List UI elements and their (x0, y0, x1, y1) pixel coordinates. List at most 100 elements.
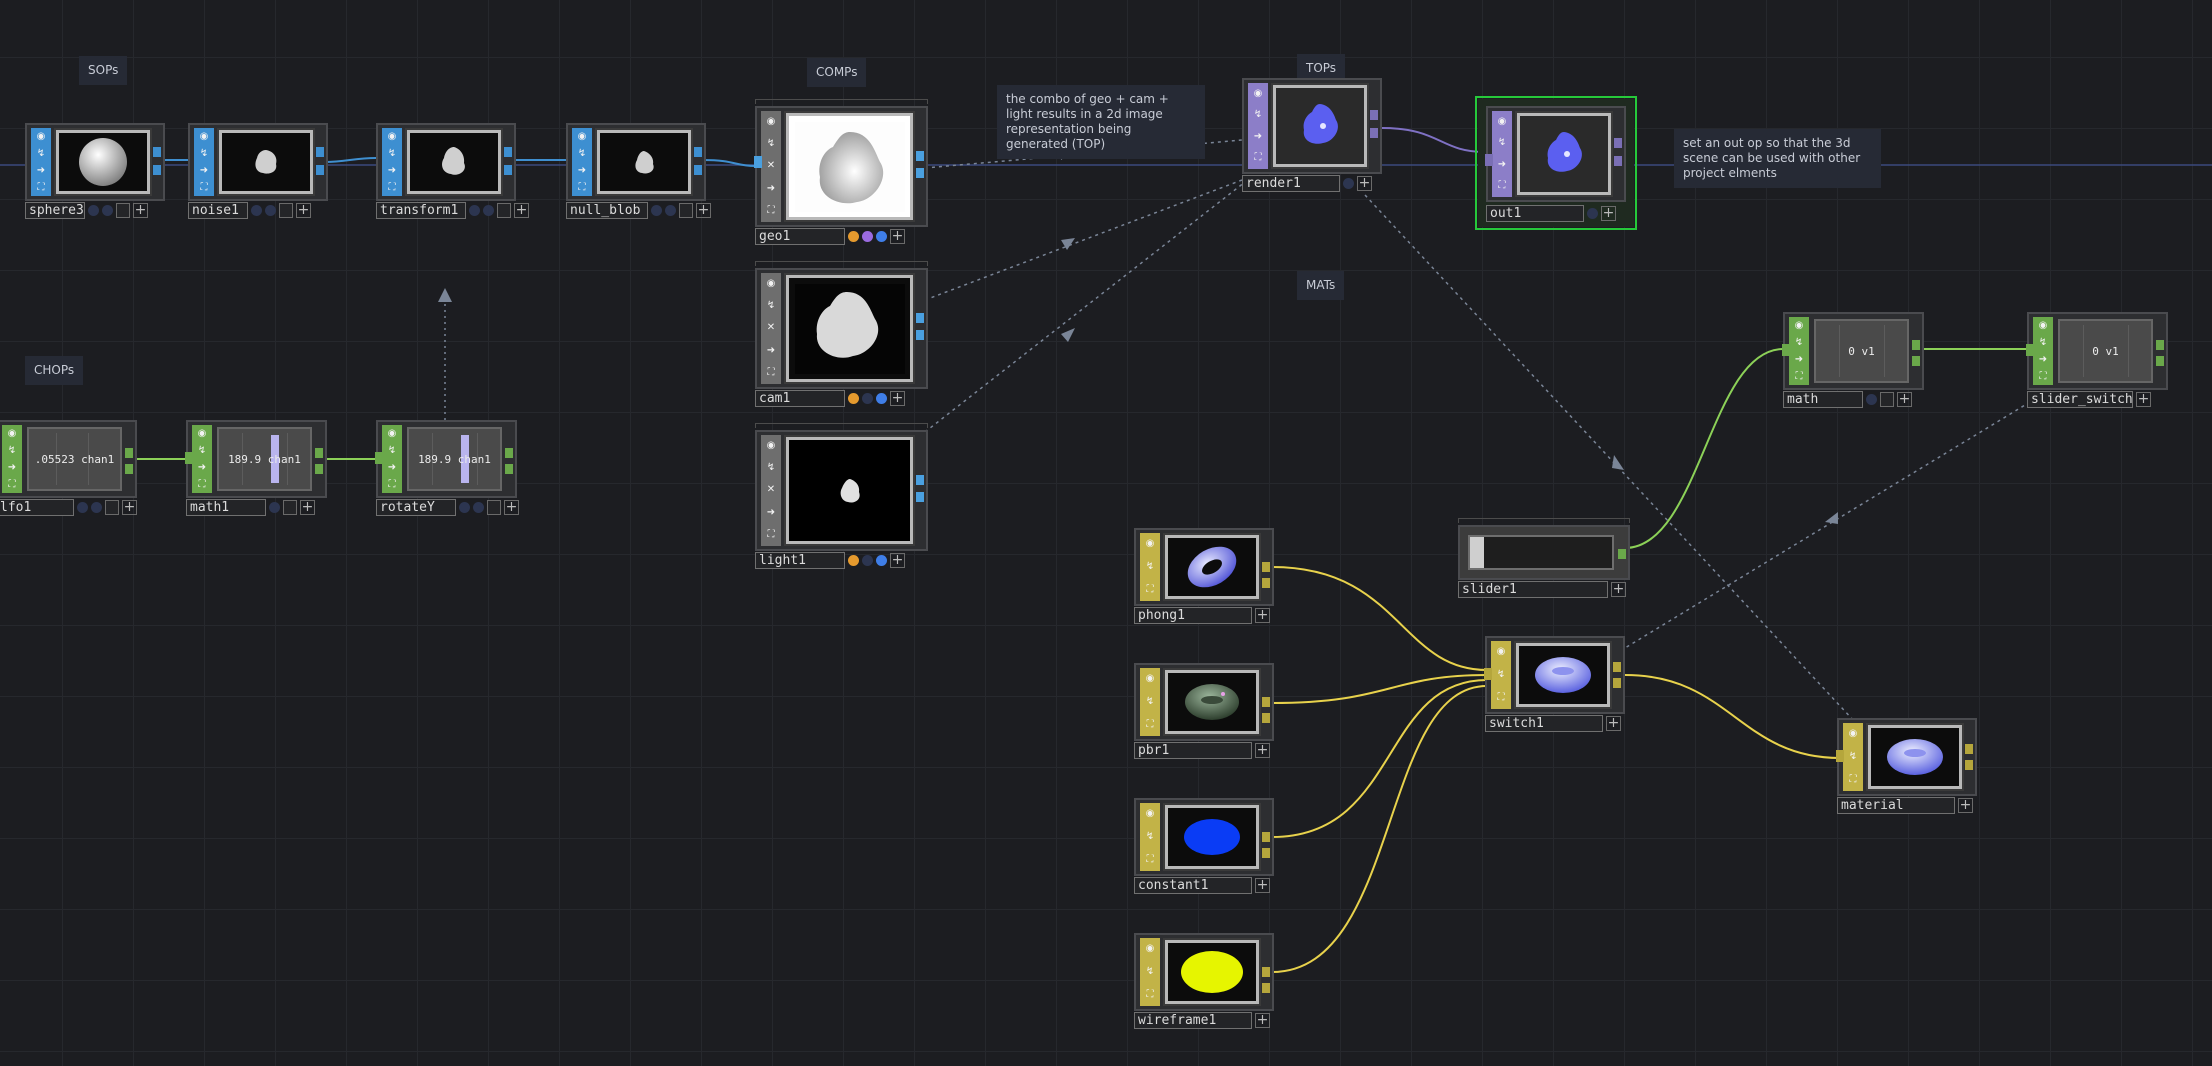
lock-icon[interactable]: ⛶ (1143, 853, 1157, 867)
bypass-icon[interactable]: ↯ (385, 444, 399, 458)
out-comment[interactable]: set an out op so that the 3d scene can b… (1674, 129, 1881, 188)
add-icon[interactable]: + (1255, 608, 1270, 623)
lock-icon[interactable]: ⛶ (197, 181, 211, 195)
viewer-icon[interactable]: ◉ (195, 427, 209, 441)
viewer-icon[interactable]: ◉ (1494, 645, 1508, 659)
node-phong1[interactable]: ◉ ↯ ⛶ phong1 + (1134, 528, 1274, 625)
close-icon[interactable]: ✕ (764, 483, 778, 497)
add-icon[interactable]: + (2136, 392, 2151, 407)
lock-icon[interactable]: ⛶ (575, 181, 589, 195)
lock-icon[interactable]: ⛶ (1143, 583, 1157, 597)
bypass-icon[interactable]: ↯ (764, 137, 778, 151)
lock-icon[interactable]: ⛶ (764, 204, 778, 218)
node-slider1[interactable]: slider1 + (1458, 518, 1630, 599)
node-sphere3[interactable]: ◉ ↯ ➜ ⛶ sphere3 + (25, 123, 165, 220)
bypass-icon[interactable]: ↯ (34, 147, 48, 161)
node-name[interactable]: cam1 (755, 390, 845, 407)
viewer-icon[interactable]: ◉ (1495, 115, 1509, 129)
node-name[interactable]: slider1 (1458, 581, 1608, 598)
node-name[interactable]: geo1 (755, 228, 845, 245)
node-lfo1[interactable]: ◉ ↯ ➜ ⛶ .05523 chan1 lfo1 + (0, 420, 137, 517)
bypass-icon[interactable]: ↯ (1251, 108, 1265, 122)
add-icon[interactable]: + (504, 500, 519, 515)
node-name[interactable]: lfo1 (0, 499, 74, 516)
cook-icon[interactable]: ➜ (764, 344, 778, 358)
bypass-icon[interactable]: ↯ (197, 147, 211, 161)
node-null-blob[interactable]: ◉ ↯ ➜ ⛶ null_blob + (566, 123, 711, 220)
lock-icon[interactable]: ⛶ (764, 366, 778, 380)
node-render1[interactable]: ◉ ↯ ➜ ⛶ render1 + (1242, 78, 1382, 193)
node-transform1[interactable]: ◉ ↯ ➜ ⛶ transform1 + (376, 123, 529, 220)
cook-icon[interactable]: ➜ (2036, 353, 2050, 367)
bypass-icon[interactable]: ↯ (1792, 336, 1806, 350)
node-name[interactable]: sphere3 (25, 202, 85, 219)
lock-icon[interactable]: ⛶ (1494, 691, 1508, 705)
add-icon[interactable]: + (300, 500, 315, 515)
node-cam1[interactable]: ◉ ↯ ✕ ➜ ⛶ cam1 + (755, 261, 928, 408)
add-icon[interactable]: + (514, 203, 529, 218)
node-slider-switch[interactable]: ◉ ↯ ➜ ⛶ 0 v1 slider_switch + (2026, 312, 2168, 409)
lock-icon[interactable]: ⛶ (1846, 773, 1860, 787)
node-name[interactable]: phong1 (1134, 607, 1252, 624)
viewer-icon[interactable]: ◉ (197, 130, 211, 144)
cook-icon[interactable]: ➜ (764, 182, 778, 196)
node-pbr1[interactable]: ◉ ↯ ⛶ pbr1 + (1134, 663, 1274, 760)
node-name[interactable]: rotateY (376, 499, 456, 516)
wire-constant-switch[interactable] (1271, 679, 1488, 838)
slider-track[interactable] (1468, 535, 1614, 570)
viewer-icon[interactable]: ◉ (575, 130, 589, 144)
wire-phong-switch[interactable] (1271, 566, 1488, 671)
bypass-icon[interactable]: ↯ (1143, 965, 1157, 979)
add-icon[interactable]: + (696, 203, 711, 218)
add-icon[interactable]: + (1255, 878, 1270, 893)
lock-icon[interactable]: ⛶ (1251, 151, 1265, 165)
render-comment[interactable]: the combo of geo + cam + light results i… (997, 85, 1205, 159)
cook-icon[interactable]: ➜ (34, 164, 48, 178)
viewer-icon[interactable]: ◉ (1143, 942, 1157, 956)
node-name[interactable]: noise1 (188, 202, 248, 219)
viewer-icon[interactable]: ◉ (1251, 87, 1265, 101)
wire-noise-transform[interactable] (324, 157, 377, 163)
node-material[interactable]: ◉ ↯ ⛶ material + (1836, 718, 1977, 815)
node-switch1[interactable]: ◉ ↯ ⛶ switch1 + (1484, 636, 1625, 733)
add-icon[interactable]: + (1897, 392, 1912, 407)
cook-icon[interactable]: ➜ (5, 461, 19, 475)
add-icon[interactable]: + (122, 500, 137, 515)
wire-wireframe-switch[interactable] (1271, 685, 1488, 973)
lock-icon[interactable]: ⛶ (195, 478, 209, 492)
wire-slider-math[interactable] (1624, 348, 1784, 549)
cook-icon[interactable]: ➜ (197, 164, 211, 178)
bypass-icon[interactable]: ↯ (764, 461, 778, 475)
cook-icon[interactable]: ➜ (1495, 158, 1509, 172)
viewer-icon[interactable]: ◉ (1846, 727, 1860, 741)
bypass-icon[interactable]: ↯ (5, 444, 19, 458)
node-name[interactable]: slider_switch (2027, 391, 2133, 408)
cook-icon[interactable]: ➜ (1251, 130, 1265, 144)
bypass-icon[interactable]: ↯ (1143, 830, 1157, 844)
node-rotateY[interactable]: ◉ ↯ ➜ ⛶ 189.9 chan1 rotateY + (375, 420, 519, 517)
viewer-icon[interactable]: ◉ (34, 130, 48, 144)
add-icon[interactable]: + (1255, 743, 1270, 758)
viewer-icon[interactable]: ◉ (385, 427, 399, 441)
node-name[interactable]: pbr1 (1134, 742, 1252, 759)
viewer-icon[interactable]: ◉ (764, 115, 778, 129)
network-editor[interactable]: SOPs COMPs TOPs MATs CHOPs the combo of … (0, 0, 2212, 1066)
cook-icon[interactable]: ➜ (764, 506, 778, 520)
cook-icon[interactable]: ➜ (575, 164, 589, 178)
node-name[interactable]: render1 (1242, 175, 1340, 192)
viewer-icon[interactable]: ◉ (1792, 319, 1806, 333)
node-name[interactable]: constant1 (1134, 877, 1252, 894)
viewer-icon[interactable]: ◉ (764, 277, 778, 291)
lock-icon[interactable]: ⛶ (34, 181, 48, 195)
node-noise1[interactable]: ◉ ↯ ➜ ⛶ noise1 + (188, 123, 328, 220)
viewer-icon[interactable]: ◉ (1143, 537, 1157, 551)
bypass-icon[interactable]: ↯ (1143, 560, 1157, 574)
wire-pbr-switch[interactable] (1271, 674, 1488, 704)
node-math1[interactable]: ◉ ↯ ➜ ⛶ 189.9 chan1 math1 + (185, 420, 327, 517)
add-icon[interactable]: + (890, 391, 905, 406)
node-name[interactable]: light1 (755, 552, 845, 569)
lock-icon[interactable]: ⛶ (5, 478, 19, 492)
viewer-icon[interactable]: ◉ (385, 130, 399, 144)
viewer-icon[interactable]: ◉ (1143, 672, 1157, 686)
viewer-icon[interactable]: ◉ (5, 427, 19, 441)
